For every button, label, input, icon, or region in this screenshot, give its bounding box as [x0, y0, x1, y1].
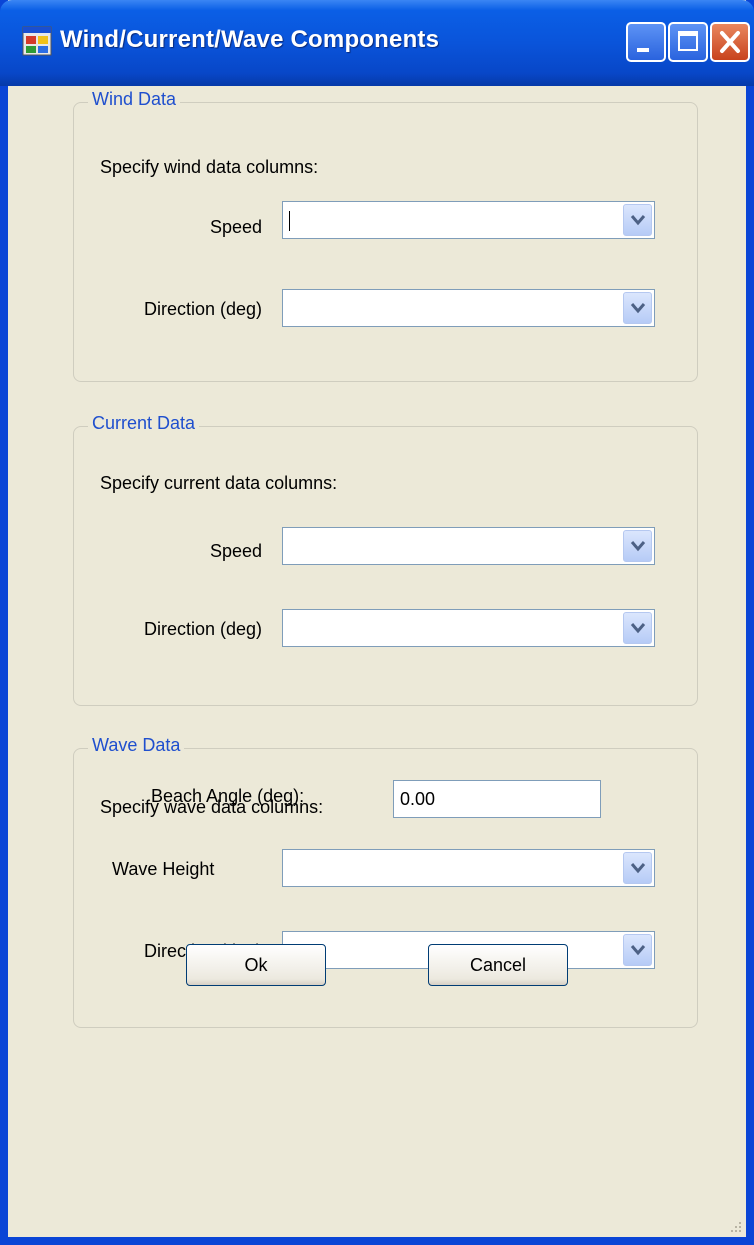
- cancel-button[interactable]: Cancel: [428, 944, 568, 986]
- close-button[interactable]: [710, 22, 750, 62]
- current-data-legend: Current Data: [88, 413, 200, 434]
- current-data-group: Current Data Specify current data column…: [73, 413, 698, 706]
- chevron-down-icon: [630, 863, 646, 874]
- wind-data-legend: Wind Data: [88, 89, 181, 110]
- current-data-description: Specify current data columns:: [100, 473, 338, 493]
- wave-height-dropdown-button[interactable]: [623, 852, 652, 884]
- minimize-button[interactable]: [626, 22, 666, 62]
- resize-grip-icon[interactable]: [726, 1217, 744, 1235]
- minimize-icon: [637, 48, 649, 52]
- chevron-down-icon: [630, 303, 646, 314]
- wind-speed-dropdown-button[interactable]: [623, 204, 652, 236]
- current-speed-combobox[interactable]: [282, 527, 655, 565]
- beach-angle-input[interactable]: [393, 780, 601, 818]
- current-speed-dropdown-button[interactable]: [623, 530, 652, 562]
- window-title: Wind/Current/Wave Components: [60, 26, 440, 53]
- dialog-content: Wind Data Specify wind data columns: Spe…: [8, 86, 746, 1237]
- wind-speed-label: Speed: [209, 217, 262, 237]
- wind-speed-combobox[interactable]: [282, 201, 655, 239]
- wind-direction-label: Direction (deg): [143, 299, 262, 319]
- wave-direction-dropdown-button[interactable]: [623, 934, 652, 966]
- chevron-down-icon: [630, 541, 646, 552]
- current-direction-dropdown-button[interactable]: [623, 612, 652, 644]
- beach-angle-label: Beach Angle (deg):: [151, 786, 305, 806]
- chevron-down-icon: [630, 945, 646, 956]
- text-cursor: [289, 211, 290, 231]
- chevron-down-icon: [630, 215, 646, 226]
- title-bar[interactable]: Wind/Current/Wave Components: [0, 0, 754, 86]
- current-speed-label: Speed: [209, 541, 262, 561]
- ok-button[interactable]: Ok: [186, 944, 326, 986]
- current-direction-combobox[interactable]: [282, 609, 655, 647]
- maximize-button[interactable]: [668, 22, 708, 62]
- maximize-icon: [678, 31, 698, 51]
- chevron-down-icon: [630, 623, 646, 634]
- wave-data-legend: Wave Data: [88, 735, 185, 756]
- wave-height-combobox[interactable]: [282, 849, 655, 887]
- wind-direction-dropdown-button[interactable]: [623, 292, 652, 324]
- wind-data-description: Specify wind data columns:: [100, 157, 319, 177]
- close-icon: [720, 31, 740, 53]
- application-window-icon[interactable]: [22, 26, 52, 56]
- current-direction-label: Direction (deg): [143, 619, 262, 639]
- wave-height-label: Wave Height: [112, 859, 215, 879]
- wind-direction-combobox[interactable]: [282, 289, 655, 327]
- dialog-window: Wind/Current/Wave Components Wind Data S…: [0, 0, 754, 1245]
- wind-data-group: Wind Data Specify wind data columns: Spe…: [73, 89, 698, 382]
